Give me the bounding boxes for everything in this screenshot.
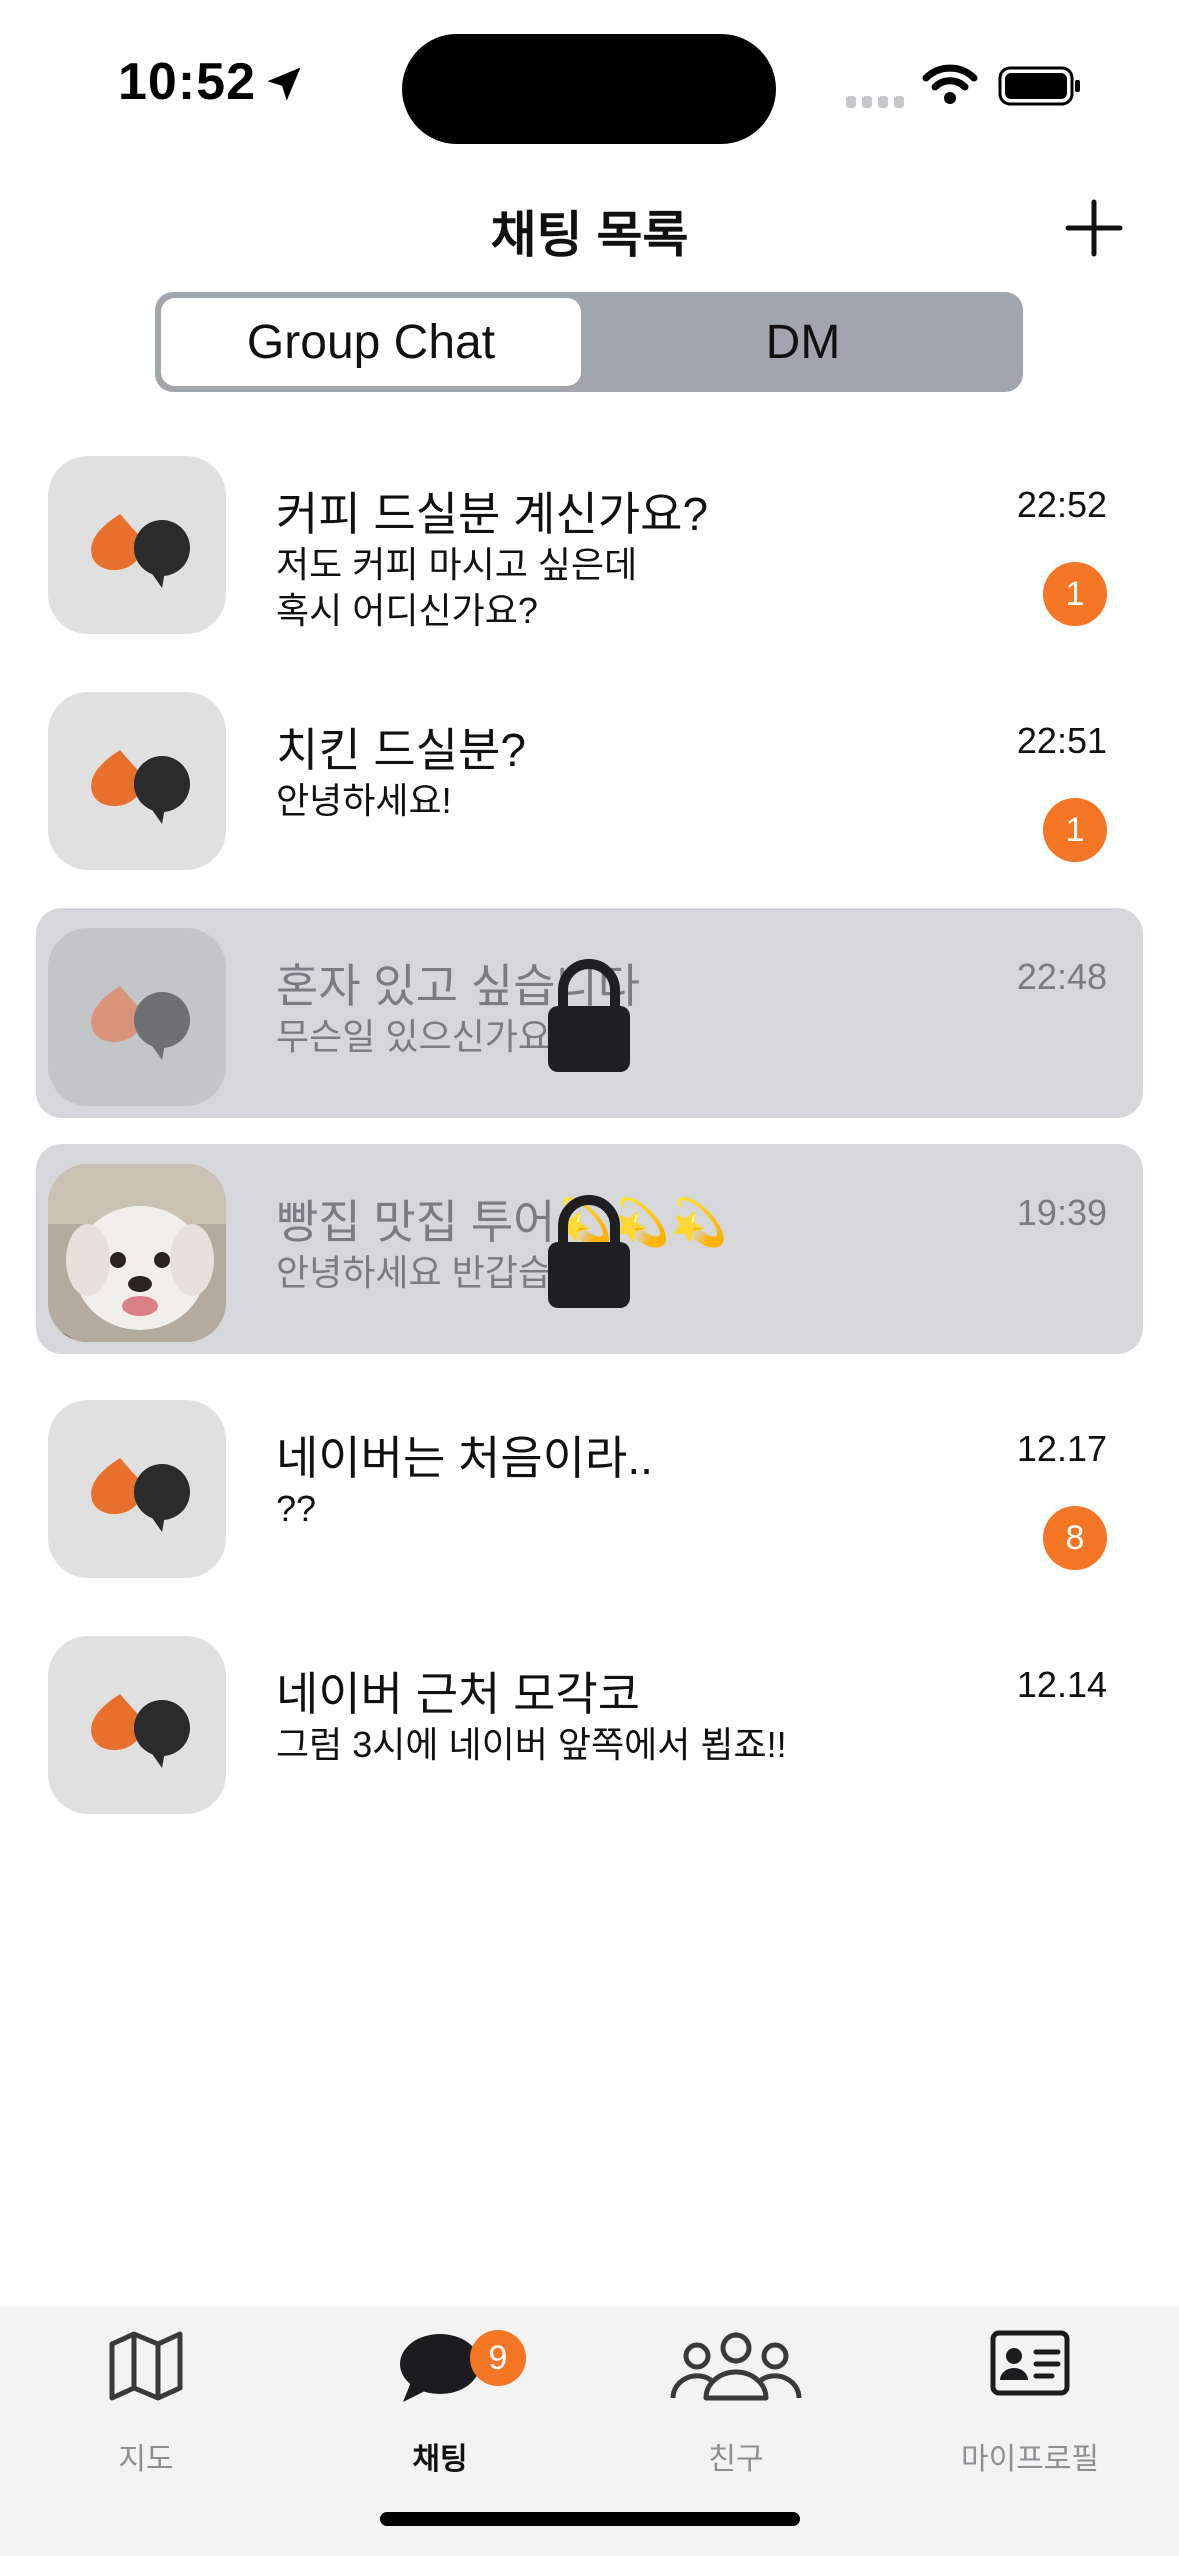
app-logo-icon: [91, 514, 190, 588]
chat-avatar-photo: [48, 1164, 226, 1342]
chat-preview: 무슨일 있으신가요: [276, 1016, 551, 1057]
lock-icon: [548, 1195, 630, 1308]
battery-icon: [998, 66, 1080, 106]
tab-friends[interactable]: 친구: [636, 2324, 836, 2476]
chat-time: 19:39: [1016, 1192, 1107, 1233]
app-logo-icon: [91, 986, 190, 1060]
chat-type-segmented-control: Group Chat DM: [155, 292, 1023, 392]
segment-dm[interactable]: DM: [589, 298, 1017, 386]
people-icon: [670, 2332, 802, 2401]
chat-preview: 저도 커피 마시고 싶은데 혹시 어디신가요?: [276, 544, 638, 631]
chat-title: 네이버는 처음이라..: [276, 1432, 653, 1484]
unread-badge: 1: [1043, 562, 1107, 626]
chat-title: 치킨 드실분?: [276, 724, 526, 776]
chat-title: 커피 드실분 계신가요?: [276, 488, 709, 540]
chat-row-locked[interactable]: 빵집 맛집 투어💫💫💫 안녕하세요 반갑습니다 19:39: [36, 1144, 1143, 1354]
id-card-icon: [990, 2330, 1070, 2396]
chat-preview: ??: [276, 1488, 317, 1529]
home-indicator: [380, 2512, 800, 2526]
chat-time: 12.17: [1016, 1428, 1107, 1469]
tab-label: 친구: [708, 2443, 764, 2476]
wifi-icon: [922, 64, 978, 104]
chat-title: 네이버 근처 모각코: [276, 1668, 641, 1720]
chat-row-locked[interactable]: 혼자 있고 싶습니다 무슨일 있으신가요 22:48: [36, 908, 1143, 1118]
dynamic-island: [402, 34, 776, 144]
chat-time: 12.14: [1016, 1664, 1107, 1705]
tab-label: 지도: [118, 2443, 174, 2476]
status-time: 10:52: [118, 53, 256, 111]
dog-photo-icon: [48, 1164, 226, 1342]
chat-title: 빵집 맛집 투어💫💫💫: [276, 1196, 728, 1248]
plus-icon[interactable]: [1064, 198, 1124, 258]
chat-time: 22:51: [1016, 720, 1107, 761]
chat-avatar: [48, 456, 226, 634]
lock-icon: [548, 959, 630, 1072]
unread-badge: 1: [1043, 798, 1107, 862]
app-logo-icon: [91, 1458, 190, 1532]
app-logo-icon: [91, 750, 190, 824]
chat-bubble-icon: [400, 2334, 480, 2402]
app-logo-icon: [91, 1694, 190, 1768]
unread-badge: 8: [1043, 1506, 1107, 1570]
tab-map[interactable]: 지도: [46, 2324, 246, 2476]
chat-row[interactable]: 네이버는 처음이라.. ?? 12.17 8: [36, 1380, 1143, 1590]
tab-chat[interactable]: 9 채팅: [340, 2324, 540, 2476]
segment-group-chat[interactable]: Group Chat: [161, 298, 581, 386]
chat-row[interactable]: 네이버 근처 모각코 그럼 3시에 네이버 앞쪽에서 뵙죠!! 12.14: [36, 1616, 1143, 1826]
cellular-signal-icon: [846, 96, 904, 108]
chat-tab-badge: 9: [470, 2330, 526, 2386]
chat-row[interactable]: 치킨 드실분? 안녕하세요! 22:51 1: [36, 672, 1143, 882]
chat-time: 22:52: [1016, 484, 1107, 525]
chat-avatar: [48, 928, 226, 1106]
location-arrow-icon: [267, 67, 301, 101]
map-icon: [109, 2331, 183, 2401]
page-title: 채팅 목록: [490, 207, 689, 263]
chat-avatar: [48, 692, 226, 870]
tab-label: 채팅: [412, 2443, 468, 2476]
tab-my-profile[interactable]: 마이프로필: [930, 2324, 1130, 2476]
chat-preview: 안녕하세요!: [276, 780, 452, 821]
chat-preview: 그럼 3시에 네이버 앞쪽에서 뵙죠!!: [276, 1724, 787, 1765]
chat-avatar: [48, 1400, 226, 1578]
chat-time: 22:48: [1016, 956, 1107, 997]
chat-avatar: [48, 1636, 226, 1814]
chat-row[interactable]: 커피 드실분 계신가요? 저도 커피 마시고 싶은데 혹시 어디신가요? 22:…: [36, 436, 1143, 646]
tab-label: 마이프로필: [961, 2443, 1099, 2476]
